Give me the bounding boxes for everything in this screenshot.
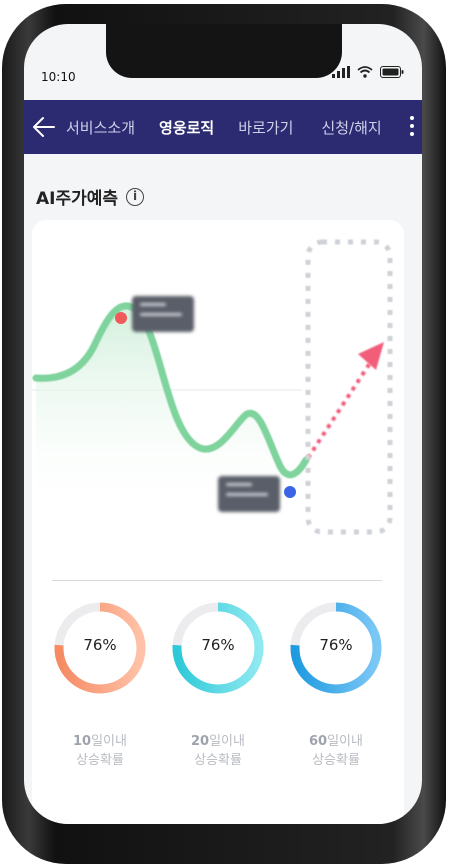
ring-label-20d: 20일이내 상승확률: [163, 732, 273, 770]
more-dot-icon: [410, 132, 414, 136]
phone-frame: 10:10 서비스소개 영웅로직 바로가기 신청/해지 AI주가예측 i 76%…: [2, 4, 446, 864]
probability-value: 76%: [319, 636, 353, 654]
probability-value: 76%: [83, 636, 117, 654]
ring-label-10d: 10일이내 상승확률: [45, 732, 155, 770]
status-icons: [332, 66, 404, 78]
peak-price-label: [132, 296, 194, 332]
period-unit: 일이내: [209, 734, 245, 749]
info-icon[interactable]: i: [126, 187, 145, 206]
arrow-left-icon: [33, 117, 55, 137]
probability-ring-20d: 76%: [170, 600, 266, 696]
card-divider: [52, 580, 382, 581]
label-subtitle: 상승확률: [194, 753, 242, 768]
peak-point-marker: [115, 312, 127, 324]
signal-icon: [332, 66, 350, 78]
tab-service-intro[interactable]: 서비스소개: [66, 117, 135, 138]
status-time: 10:10: [41, 70, 76, 84]
probability-ring-60d: 76%: [288, 600, 384, 696]
tab-shortcuts[interactable]: 바로가기: [238, 117, 293, 138]
back-button[interactable]: [24, 116, 64, 138]
phone-screen: 10:10 서비스소개 영웅로직 바로가기 신청/해지 AI주가예측 i 76%…: [24, 24, 422, 824]
more-dot-icon: [410, 124, 414, 128]
more-dot-icon: [410, 116, 414, 120]
period-unit: 일이내: [327, 734, 363, 749]
period-number: 10: [73, 734, 92, 749]
tab-subscribe-cancel[interactable]: 신청/해지: [321, 117, 381, 138]
label-subtitle: 상승확률: [312, 753, 360, 768]
more-menu-button[interactable]: [410, 116, 414, 136]
battery-icon: [380, 66, 404, 78]
tab-hero-logic[interactable]: 영웅로직: [159, 117, 214, 138]
camera-notch: [106, 24, 342, 78]
ring-label-60d: 60일이내 상승확률: [281, 732, 391, 770]
probability-value: 76%: [201, 636, 235, 654]
probability-ring-10d: 76%: [52, 600, 148, 696]
label-subtitle: 상승확률: [76, 753, 124, 768]
low-point-marker: [284, 486, 296, 498]
section-header: AI주가예측 i: [36, 184, 145, 209]
forecast-arrow-head-icon: [358, 342, 384, 370]
period-number: 20: [191, 734, 210, 749]
prediction-card: 76% 76% 76% 10일이내 상승확률 20일이내 상승확률 60일이내 …: [32, 220, 404, 824]
section-title: AI주가예측: [36, 189, 119, 209]
forecast-arrow-line: [306, 358, 374, 460]
period-unit: 일이내: [91, 734, 127, 749]
low-price-label: [218, 476, 280, 512]
period-number: 60: [309, 734, 328, 749]
forecast-range-box: [305, 239, 393, 535]
wifi-icon: [357, 66, 373, 78]
top-navigation: 서비스소개 영웅로직 바로가기 신청/해지: [24, 100, 422, 154]
